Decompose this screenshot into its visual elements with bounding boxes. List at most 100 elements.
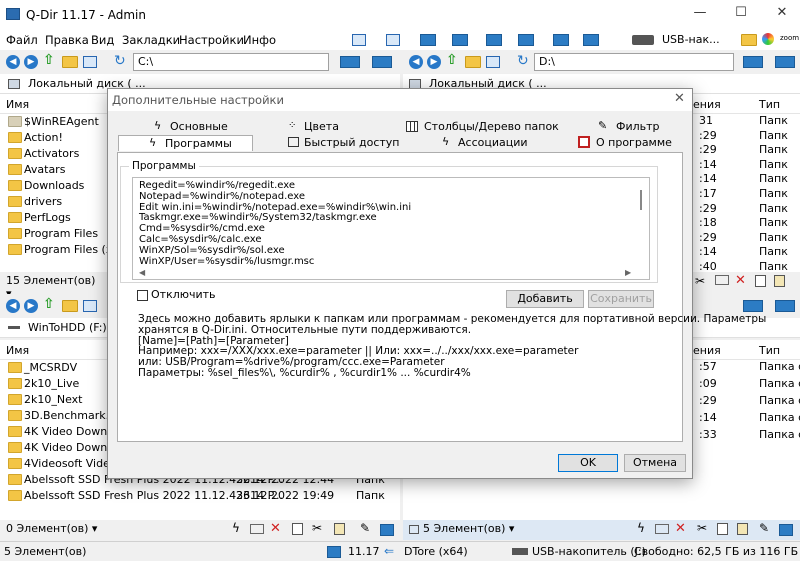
forward-icon[interactable]: ▶ <box>24 55 38 69</box>
folder-icon[interactable] <box>741 34 757 46</box>
horizontal-scrollbar[interactable]: ◀ ▶ <box>139 268 635 278</box>
forward-icon[interactable]: ▶ <box>24 299 38 313</box>
disable-checkbox[interactable] <box>137 290 148 301</box>
new-folder-icon[interactable] <box>62 56 78 68</box>
delete-icon[interactable]: ✕ <box>675 521 686 536</box>
screen-icon[interactable] <box>779 524 793 536</box>
view-mode-icon[interactable] <box>83 56 97 68</box>
lightning-icon[interactable]: ϟ <box>637 521 645 535</box>
item-count-select[interactable]: 5 Элемент(ов) ▾ <box>423 522 515 538</box>
paste-icon[interactable] <box>774 275 785 287</box>
palette-icon[interactable] <box>762 33 774 45</box>
screen6-icon[interactable] <box>583 34 599 46</box>
cut-icon[interactable]: ✂ <box>312 521 322 535</box>
new-folder-icon[interactable] <box>465 56 481 68</box>
item-date: :14 <box>699 172 717 186</box>
view-mode-icon[interactable] <box>83 300 97 312</box>
tab-filter[interactable]: ✎ Фильтр <box>564 119 688 135</box>
screen2-icon[interactable] <box>452 34 468 46</box>
top-left-path[interactable]: C:\ <box>133 53 329 71</box>
program-line: WinXP/User=%sysdir%/lusmgr.msc <box>139 255 315 267</box>
back-icon[interactable]: ◀ <box>6 299 20 313</box>
tab-general[interactable]: ϟ Основные <box>118 119 253 135</box>
screen-icon[interactable] <box>372 56 392 68</box>
screen-icon[interactable] <box>340 56 360 68</box>
tab-colors[interactable]: ⁘ Цвета <box>256 119 396 135</box>
mail-icon[interactable] <box>250 524 264 534</box>
copy-icon[interactable] <box>717 523 728 535</box>
top-left-toolbar: ◀ ▶ ⇧ ↻ C:\ <box>0 50 400 74</box>
item-count-select[interactable]: 0 Элемент(ов) ▾ <box>6 522 98 538</box>
grid-view-icon[interactable] <box>386 34 400 46</box>
screen5-icon[interactable] <box>553 34 569 46</box>
paste-icon[interactable] <box>737 523 748 535</box>
dialog-close-button[interactable]: ✕ <box>674 91 685 106</box>
maximize-button[interactable]: ☐ <box>731 5 751 23</box>
copy-icon[interactable] <box>755 275 766 287</box>
screen-icon[interactable] <box>380 524 394 536</box>
minimize-button[interactable]: — <box>690 5 710 23</box>
up-icon[interactable]: ⇧ <box>446 52 458 68</box>
folder-icon <box>8 490 22 501</box>
menu-info[interactable]: Инфо <box>243 33 276 47</box>
edit-icon[interactable]: ✎ <box>759 521 769 535</box>
up-icon[interactable]: ⇧ <box>43 52 55 68</box>
item-type: Папк <box>356 489 385 502</box>
back-icon[interactable]: ◀ <box>6 55 20 69</box>
programs-textarea[interactable]: Regedit=%windir%/regedit.exe Notepad=%win… <box>132 177 650 280</box>
new-folder-icon[interactable] <box>62 300 78 312</box>
screen-icon[interactable] <box>420 34 436 46</box>
forward-icon[interactable]: ▶ <box>427 55 441 69</box>
tab-columns[interactable]: Столбцы/Дерево папок <box>400 119 560 135</box>
program-line: Cmd=%sysdir%/cmd.exe <box>139 223 265 235</box>
menu-bookmarks[interactable]: Закладки <box>122 33 180 47</box>
tab-programs[interactable]: ϟ Программы <box>118 135 253 151</box>
screen-icon[interactable] <box>743 300 763 312</box>
screen4-icon[interactable] <box>518 34 534 46</box>
tab-quick-access[interactable]: Быстрый доступ <box>256 135 400 151</box>
menu-edit[interactable]: Правка <box>45 33 89 47</box>
cut-icon[interactable]: ✂ <box>695 274 705 288</box>
refresh-icon[interactable]: ↻ <box>517 53 529 69</box>
menu-view[interactable]: Вид <box>91 33 114 47</box>
close-button[interactable]: ✕ <box>772 5 792 23</box>
tab-about[interactable]: О программе <box>564 135 688 151</box>
menu-file[interactable]: Файл <box>6 33 38 47</box>
item-date: :14 <box>699 411 717 424</box>
list-item[interactable]: Abelssoft SSD Fresh Plus 2022 11.12.4361… <box>8 488 400 504</box>
screen-icon[interactable] <box>743 56 763 68</box>
screen3-icon[interactable] <box>486 34 502 46</box>
screen-icon[interactable] <box>775 56 795 68</box>
save-button[interactable]: Сохранить <box>588 290 654 308</box>
screen-icon[interactable] <box>775 300 795 312</box>
back-icon[interactable]: ◀ <box>409 55 423 69</box>
lightning-icon[interactable]: ϟ <box>232 521 240 535</box>
tab-associations[interactable]: ϟ Ассоциации <box>400 135 560 151</box>
refresh-icon[interactable]: ↻ <box>114 53 126 69</box>
edit-icon[interactable]: ✎ <box>360 521 370 535</box>
mail-icon[interactable] <box>655 524 669 534</box>
top-right-path[interactable]: D:\ <box>534 53 734 71</box>
view-mode-icon[interactable] <box>486 56 500 68</box>
copy-icon[interactable] <box>292 523 303 535</box>
mail-icon[interactable] <box>715 275 729 285</box>
zoom-icon[interactable]: zoom <box>780 34 799 42</box>
cancel-button[interactable]: Отмена <box>624 454 686 472</box>
folder-icon <box>8 394 22 405</box>
usb-drive-label[interactable]: USB-нак... <box>662 33 720 46</box>
scroll-left-icon[interactable]: ◀ <box>139 268 145 277</box>
item-type: Папка с <box>759 411 800 424</box>
address-label[interactable]: WinToHDD (F:) <box>28 321 107 334</box>
cut-icon[interactable]: ✂ <box>697 521 707 535</box>
delete-icon[interactable]: ✕ <box>735 273 746 288</box>
up-icon[interactable]: ⇧ <box>43 296 55 312</box>
paste-icon[interactable] <box>334 523 345 535</box>
scroll-right-icon[interactable]: ▶ <box>625 268 631 277</box>
menu-settings[interactable]: Настройки <box>179 33 244 47</box>
vertical-scrollbar[interactable] <box>640 190 642 210</box>
layout-icon[interactable] <box>352 34 366 46</box>
item-count-select[interactable]: 15 Элемент(ов) ▾ <box>6 274 98 300</box>
add-button[interactable]: Добавить <box>506 290 584 308</box>
delete-icon[interactable]: ✕ <box>270 521 281 536</box>
ok-button[interactable]: OK <box>558 454 618 472</box>
